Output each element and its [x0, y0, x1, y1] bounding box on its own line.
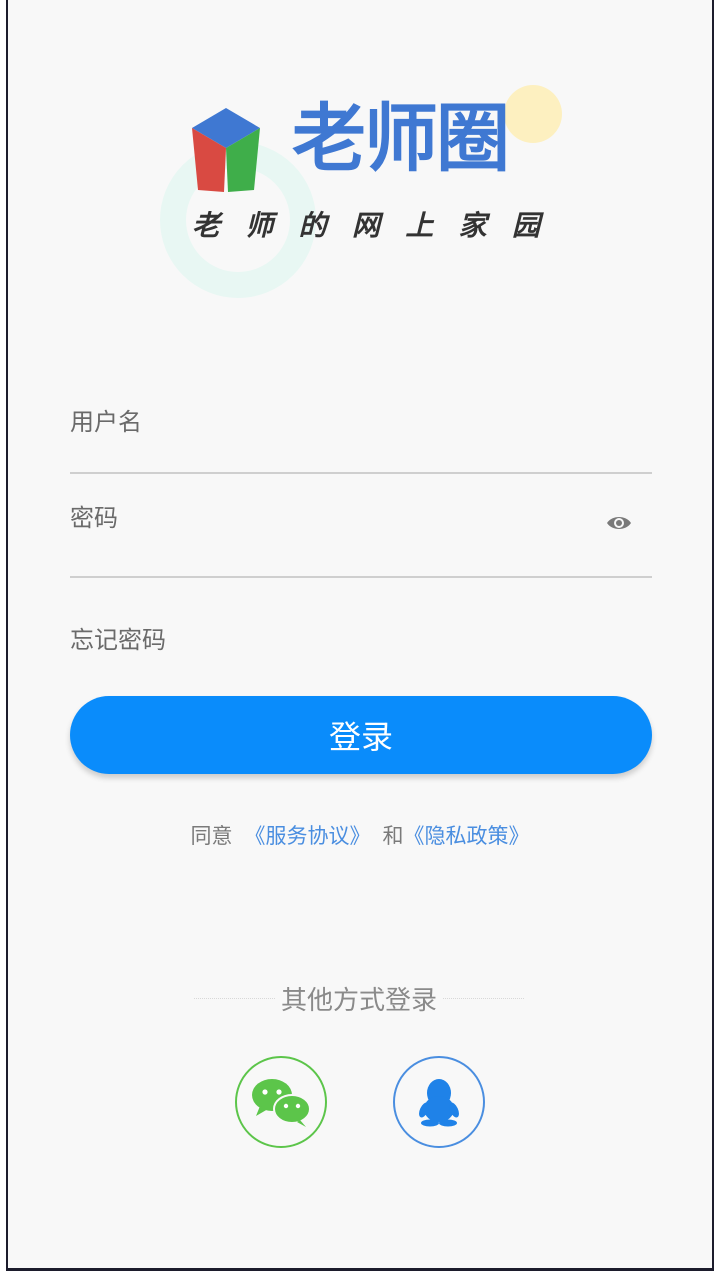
qq-login-button[interactable] [393, 1056, 485, 1148]
password-field [70, 504, 652, 578]
slogan-char: 园 [511, 209, 540, 242]
logo-cube-icon [192, 108, 260, 192]
slogan-char: 师 [245, 209, 274, 242]
agreement-prefix: 同意 [190, 824, 233, 848]
wechat-icon [252, 1079, 311, 1127]
username-field [70, 400, 652, 474]
forgot-password-link[interactable]: 忘记密码 [70, 620, 166, 655]
other-login-divider: 其他方式登录 [194, 980, 525, 1017]
slogan-char: 的 [298, 209, 327, 242]
show-password-eye-icon[interactable] [606, 514, 632, 532]
wechat-login-button[interactable] [235, 1056, 327, 1148]
qq-icon [419, 1079, 459, 1127]
login-screen: 老师圈 老 师 的 网 上 家 园 忘记密码 登录 同意《服务协议》和《隐私政策… [6, 0, 714, 1271]
username-input[interactable] [70, 408, 590, 436]
slogan-char: 上 [405, 209, 434, 242]
password-input[interactable] [70, 504, 590, 532]
divider-line [443, 998, 525, 999]
slogan-char: 老 [192, 209, 221, 242]
slogan-char: 家 [458, 209, 487, 242]
agreement-text: 同意 《服务协议》 和《隐私政策》 [8, 820, 712, 850]
app-logo-title: 老师圈 [292, 96, 510, 182]
privacy-policy-link[interactable]: 《隐私政策》 [404, 824, 530, 848]
agreement-and: 和 [382, 824, 404, 848]
other-login-label: 其他方式登录 [281, 986, 438, 1016]
decorative-circle-yellow [504, 85, 562, 143]
app-slogan: 老 师 的 网 上 家 园 [192, 204, 540, 244]
divider-line [194, 998, 275, 999]
login-button[interactable]: 登录 [70, 696, 652, 774]
service-agreement-link[interactable]: 《服务协议》 [245, 824, 371, 848]
slogan-char: 网 [351, 209, 380, 242]
